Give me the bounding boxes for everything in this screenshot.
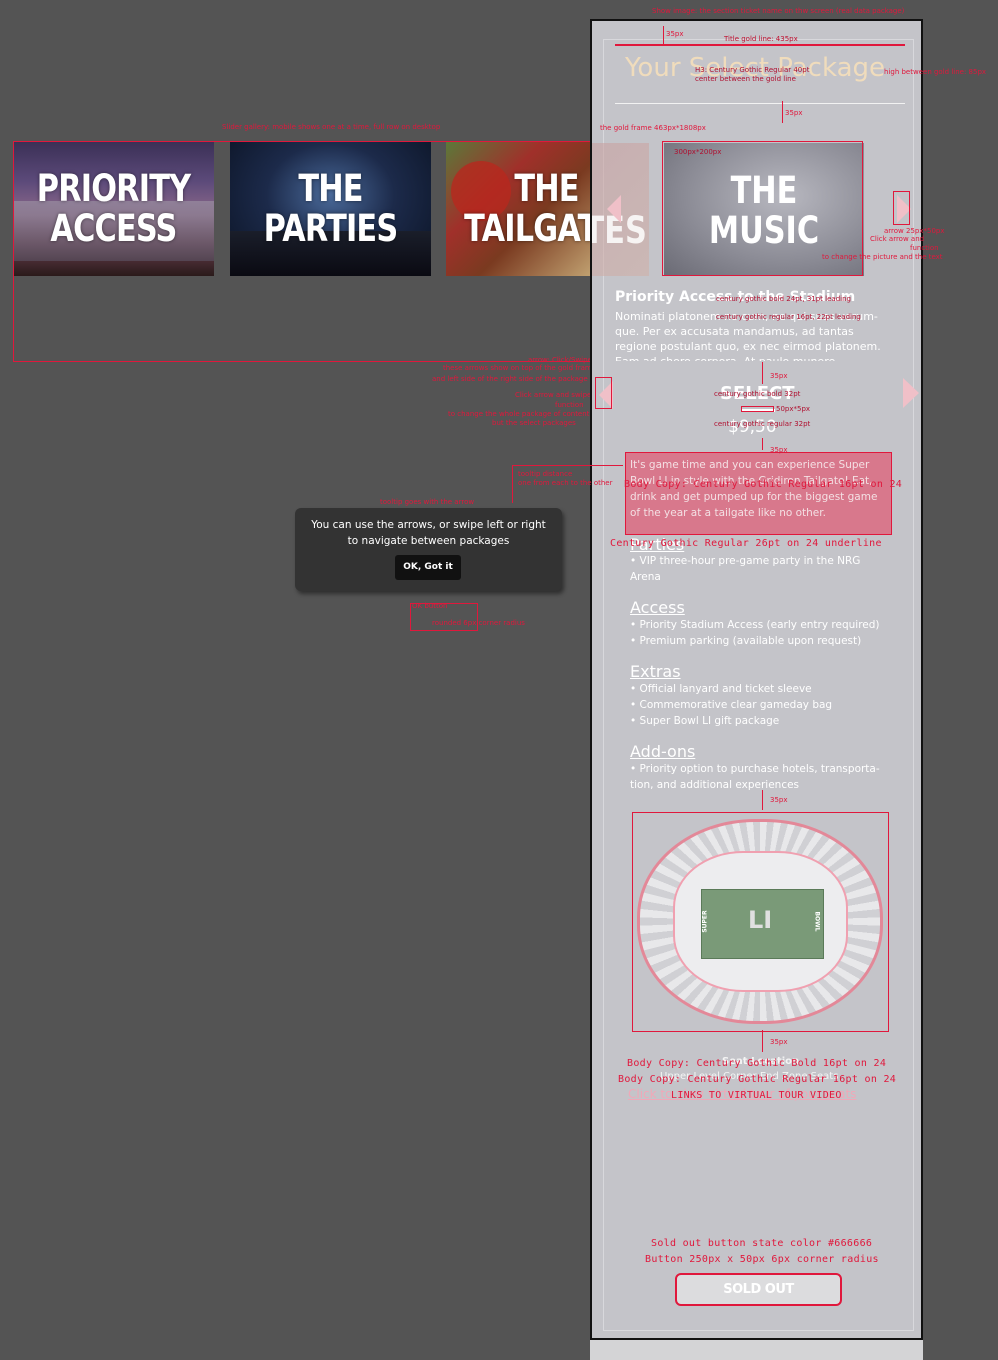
dim-35-c: 35px	[770, 372, 788, 380]
package-next-arrow-icon[interactable]	[903, 378, 919, 408]
dim-35-b-line	[782, 101, 783, 123]
group-item: • VIP three-hour pre-game party in the N…	[630, 555, 861, 567]
arrow-box	[893, 191, 910, 225]
dim-35-d: 35px	[770, 446, 788, 454]
arrow-note-2: these arrows show on top of the gold fra…	[443, 364, 597, 372]
arrow-note-6: to change the whole package of content	[448, 410, 590, 418]
title-gold-line-note: Title gold line: 435px	[724, 35, 798, 43]
sold-spec-2: Button 250px x 50px 6px corner radius	[645, 1254, 879, 1265]
ok-button-spec-1: OK button	[412, 602, 448, 610]
arrow-note-d: to change the picture and the text	[822, 253, 943, 261]
arrow-note-1: arrow: Click/Swipe	[528, 356, 592, 364]
sold-out-label: SOLD OUT	[723, 1282, 794, 1297]
ok-got-it-button[interactable]: OK, Got it	[395, 555, 461, 580]
carousel-prev-arrow-icon[interactable]	[607, 195, 621, 223]
section-title-spec: century gothic bold 24pt, 31pt leading	[716, 295, 851, 303]
group-item: • Commemorative clear gameday bag	[630, 699, 833, 711]
sold-spec-1: Sold out button state color #666666	[651, 1238, 873, 1249]
dim-35-b: 35px	[785, 109, 803, 117]
section-body-spec: century gothic regular 16pt, 22pt leadin…	[716, 313, 861, 321]
group-heading-extras: Extras	[630, 662, 681, 681]
intro-pointer-drop	[512, 465, 513, 503]
price-spec: century gothic regular 32pt	[714, 420, 811, 428]
top-gold-line	[615, 45, 905, 46]
arrow-note-c: function	[910, 244, 939, 252]
intro-note-1: tooltip distance	[518, 470, 573, 478]
seat-spec-2: Body Copy: Century Gothic Regular 16pt o…	[618, 1074, 897, 1085]
ok-button-spec-2: rounded 6px corner radius	[432, 619, 525, 627]
dim-35-f: 35px	[770, 1038, 788, 1046]
arrow-note-3: and left side of the right side of the p…	[432, 375, 611, 383]
thumb-size-note: 300px*200px	[674, 148, 722, 156]
dim-35-a: 35px	[666, 30, 684, 38]
tooltip-note: tooltip goes with the arrow	[380, 498, 475, 506]
dim-35-e: 35px	[770, 796, 788, 804]
stadium-field: LI SUPER BOWL	[701, 889, 824, 959]
dim-35-d-line	[762, 438, 763, 450]
group-heading-addons: Add-ons	[630, 742, 696, 761]
stadium-map: LI SUPER BOWL	[632, 812, 889, 1032]
group-item: • Priority Stadium Access (early entry r…	[630, 619, 880, 631]
group-item: • Super Bowl LI gift package	[630, 715, 780, 727]
select-spec: century gothic bold 32pt	[714, 390, 801, 398]
dim-35-e-line	[762, 790, 763, 810]
h3-note-2: center between the gold line	[695, 75, 796, 83]
prev-arrow-box	[595, 377, 612, 409]
intro-pointer-line	[512, 465, 623, 466]
dim-35-c-line	[762, 362, 763, 384]
divider-spec: 50px*5px	[776, 405, 811, 413]
group-item: Arena	[630, 571, 661, 583]
group-item: • Official lanyard and ticket sleeve	[630, 683, 812, 695]
divider-spec-box	[741, 406, 774, 412]
group-item: • Premium parking (available upon reques…	[630, 635, 862, 647]
panel-bottom-strip	[590, 1340, 923, 1360]
group-item: • Priority option to purchase hotels, tr…	[630, 763, 880, 775]
h3-note-1: H3: Century Gothic Regular 40pt	[695, 66, 810, 74]
body-copy-spec: Body Copy: Century Gothic Regular 16pt o…	[624, 479, 903, 490]
seat-spec-3: LINKS TO VIRTUAL TOUR VIDEO	[671, 1090, 842, 1101]
group-heading-access: Access	[630, 598, 685, 617]
tooltip-text: You can use the arrows, or swipe left or…	[311, 519, 546, 547]
high-between-note: high between gold line: 85px	[884, 68, 987, 76]
seat-spec-1: Body Copy: Century Gothic Bold 16pt on 2…	[627, 1058, 887, 1069]
group-item: tion, and additional experiences	[630, 779, 800, 791]
dim-35-f-line	[762, 1030, 763, 1052]
arrow-note-b: Click arrow and	[870, 235, 925, 243]
top-note: Show image: the section ticket name on t…	[652, 7, 905, 15]
arrow-note-5: function	[555, 401, 584, 409]
intro-note-2: one from each to the other	[518, 479, 613, 487]
subheading-spec: Century Gothic Regular 26pt on 24 underl…	[610, 538, 882, 549]
gold-frame-note: the gold frame 463px*1808px	[600, 124, 706, 132]
sold-out-button[interactable]: SOLD OUT	[675, 1273, 842, 1306]
arrow-note-4: Click arrow and swipe	[515, 391, 592, 399]
navigation-tooltip: You can use the arrows, or swipe left or…	[295, 508, 562, 591]
arrow-note-7: but the select packages	[492, 419, 576, 427]
field-logo: LI	[748, 906, 773, 934]
field-super: SUPER	[701, 910, 709, 933]
carousel-note: Slider gallery: mobile shows one at a ti…	[222, 123, 441, 131]
title-line-measure	[615, 44, 905, 45]
arrow-note-a: arrow 25px*50px	[884, 227, 945, 235]
bottom-gold-line	[615, 103, 905, 104]
field-bowl: BOWL	[813, 911, 821, 932]
dim-35-a-line	[663, 26, 664, 44]
